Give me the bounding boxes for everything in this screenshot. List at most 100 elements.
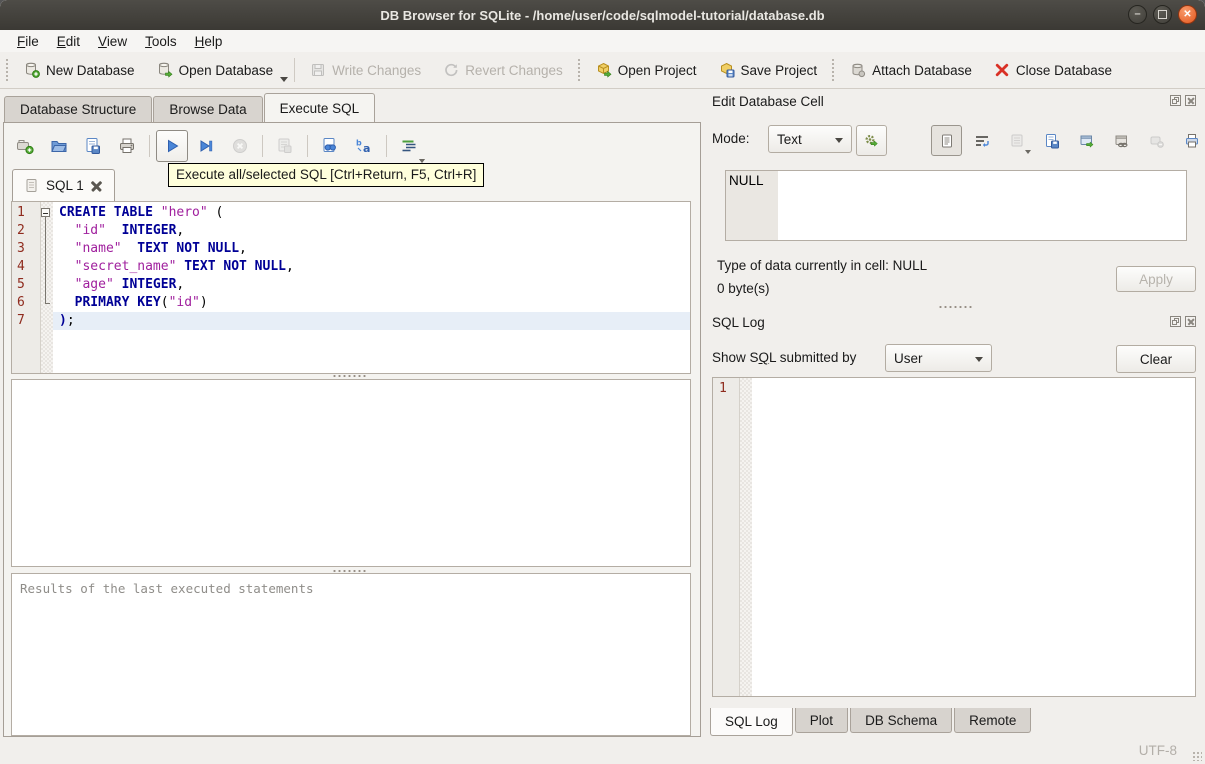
copy-link-button[interactable]	[1106, 125, 1137, 156]
maximize-button[interactable]	[1153, 5, 1172, 24]
close-database-button[interactable]: Close Database	[983, 55, 1123, 85]
code-text: PRIMARY KEY("id")	[74, 295, 208, 310]
open-sql-tab-button[interactable]	[9, 130, 41, 162]
splitter-handle[interactable]	[332, 374, 366, 378]
dock-float-icon[interactable]	[1170, 95, 1181, 106]
word-wrap-button[interactable]	[966, 125, 997, 156]
sql-document-icon	[26, 179, 37, 192]
save-project-button[interactable]: Save Project	[708, 55, 829, 85]
fold-marker[interactable]	[40, 204, 53, 222]
sql-toolbar-separator	[307, 135, 308, 157]
text-document-icon	[941, 134, 952, 147]
menubar: File Edit View Tools Help	[0, 30, 1205, 52]
print-cell-button[interactable]	[1176, 125, 1205, 156]
dock-area: Edit Database Cell Mode: Text NULL Type …	[706, 89, 1205, 738]
open-project-button[interactable]: Open Project	[585, 55, 708, 85]
dock-tab-db-schema[interactable]: DB Schema	[850, 708, 953, 733]
dock-close-icon[interactable]	[1185, 316, 1196, 327]
resize-grip-icon[interactable]	[1192, 751, 1202, 761]
line-number: 2	[17, 223, 25, 238]
new-database-button[interactable]: New Database	[13, 55, 146, 85]
sql-toolbar-separator	[149, 135, 150, 157]
execute-sql-button[interactable]	[156, 130, 188, 162]
code-text: CREATE TABLE "hero" (	[59, 205, 224, 220]
editor-line[interactable]: 7);	[12, 312, 690, 330]
menu-tools[interactable]: Tools	[136, 32, 186, 51]
stop-icon	[233, 139, 247, 153]
attach-database-button[interactable]: Attach Database	[839, 55, 983, 85]
save-cell-icon	[1045, 133, 1059, 148]
menu-file[interactable]: File	[8, 32, 48, 51]
code-text: "name" TEXT NOT NULL,	[74, 241, 247, 256]
toolbar-drag-handle[interactable]	[576, 58, 582, 82]
close-window-button[interactable]: ✕	[1178, 5, 1197, 24]
window-controls: – ✕	[1128, 5, 1197, 24]
menu-edit[interactable]: Edit	[48, 32, 89, 51]
editor-line[interactable]: 5 "age" INTEGER,	[12, 276, 690, 294]
clear-log-button[interactable]: Clear	[1116, 345, 1196, 373]
open-database-dropdown-icon[interactable]	[280, 77, 289, 82]
line-number: 1	[17, 205, 25, 220]
editor-line[interactable]: 4 "secret_name" TEXT NOT NULL,	[12, 258, 690, 276]
tab-browse-data[interactable]: Browse Data	[153, 96, 263, 122]
print-cell-icon	[1185, 133, 1198, 147]
code-text: );	[53, 312, 690, 330]
print-sql-button[interactable]	[111, 130, 143, 162]
word-wrap-icon	[975, 135, 989, 147]
results-message-pane[interactable]: Results of the last executed statements	[11, 573, 691, 736]
auto-indent-button[interactable]	[393, 130, 425, 162]
export-cell-data-button[interactable]	[1036, 125, 1067, 156]
dock-close-icon[interactable]	[1185, 95, 1196, 106]
log-line-number: 1	[719, 381, 727, 396]
format-sql-icon: b a	[356, 139, 370, 156]
toolbar-drag-handle[interactable]	[831, 58, 837, 82]
sql-editor[interactable]: 1 CREATE TABLE "hero" ( 2 "id" INTEGER, 3 "…	[11, 201, 691, 374]
open-database-icon	[158, 62, 173, 78]
attach-database-icon	[852, 63, 866, 78]
execute-play-icon	[168, 139, 179, 153]
titlebar[interactable]: DB Browser for SQLite - /home/user/code/…	[0, 0, 1205, 31]
gear-arrow-icon	[865, 134, 878, 147]
dock-splitter-handle[interactable]	[938, 305, 972, 309]
mode-select[interactable]: Text	[768, 125, 852, 153]
main-toolbar: New Database Open Database Write Changes	[0, 52, 1205, 89]
dock-float-icon[interactable]	[1170, 316, 1181, 327]
open-in-external-button[interactable]	[1071, 125, 1102, 156]
find-in-sql-button[interactable]	[314, 130, 346, 162]
menu-view[interactable]: View	[89, 32, 136, 51]
dock-tabbar: SQL Log Plot DB Schema Remote	[710, 708, 1033, 737]
cell-editor[interactable]: NULL	[725, 170, 1187, 241]
open-sql-file-button[interactable]	[43, 130, 75, 162]
dock-tab-plot[interactable]: Plot	[794, 708, 849, 733]
sql-log-filter-select[interactable]: User	[885, 344, 992, 372]
edit-cell-dock-buttons	[1170, 95, 1196, 106]
tab-database-structure[interactable]: Database Structure	[4, 96, 153, 122]
sql-document-tab[interactable]: SQL 1	[12, 169, 115, 201]
save-sql-file-button[interactable]	[77, 130, 425, 163]
line-number: 7	[17, 313, 25, 328]
open-database-button[interactable]: Open Database	[146, 55, 285, 85]
sql-log-view[interactable]: 1	[712, 377, 1196, 697]
auto-mode-button[interactable]	[856, 125, 887, 156]
menu-help[interactable]: Help	[186, 32, 232, 51]
sql-toolbar-separator	[386, 135, 387, 157]
dock-tab-remote[interactable]: Remote	[954, 708, 1032, 733]
cell-size-info: 0 byte(s)	[717, 281, 770, 296]
line-number: 5	[17, 277, 25, 292]
tab-close-icon[interactable]	[91, 180, 102, 191]
minimize-button[interactable]: –	[1128, 5, 1147, 24]
toolbar-drag-handle[interactable]	[5, 58, 10, 82]
revert-changes-icon	[445, 63, 458, 77]
editor-line[interactable]: 2 "id" INTEGER,	[12, 222, 690, 240]
editor-line[interactable]: 6 PRIMARY KEY("id")	[12, 294, 690, 312]
dock-tab-sql-log[interactable]: SQL Log	[710, 708, 793, 736]
text-mode-button[interactable]	[931, 125, 962, 156]
results-placeholder: Results of the last executed statements	[20, 581, 314, 596]
tab-execute-sql[interactable]: Execute SQL	[263, 93, 376, 122]
editor-line[interactable]: 1 CREATE TABLE "hero" (	[12, 204, 690, 222]
editor-line[interactable]: 3 "name" TEXT NOT NULL,	[12, 240, 690, 258]
execute-current-line-button[interactable]	[190, 130, 222, 162]
results-grid-pane[interactable]	[11, 379, 691, 567]
stop-execution-button	[224, 130, 256, 162]
format-sql-button[interactable]: b a	[348, 130, 380, 162]
